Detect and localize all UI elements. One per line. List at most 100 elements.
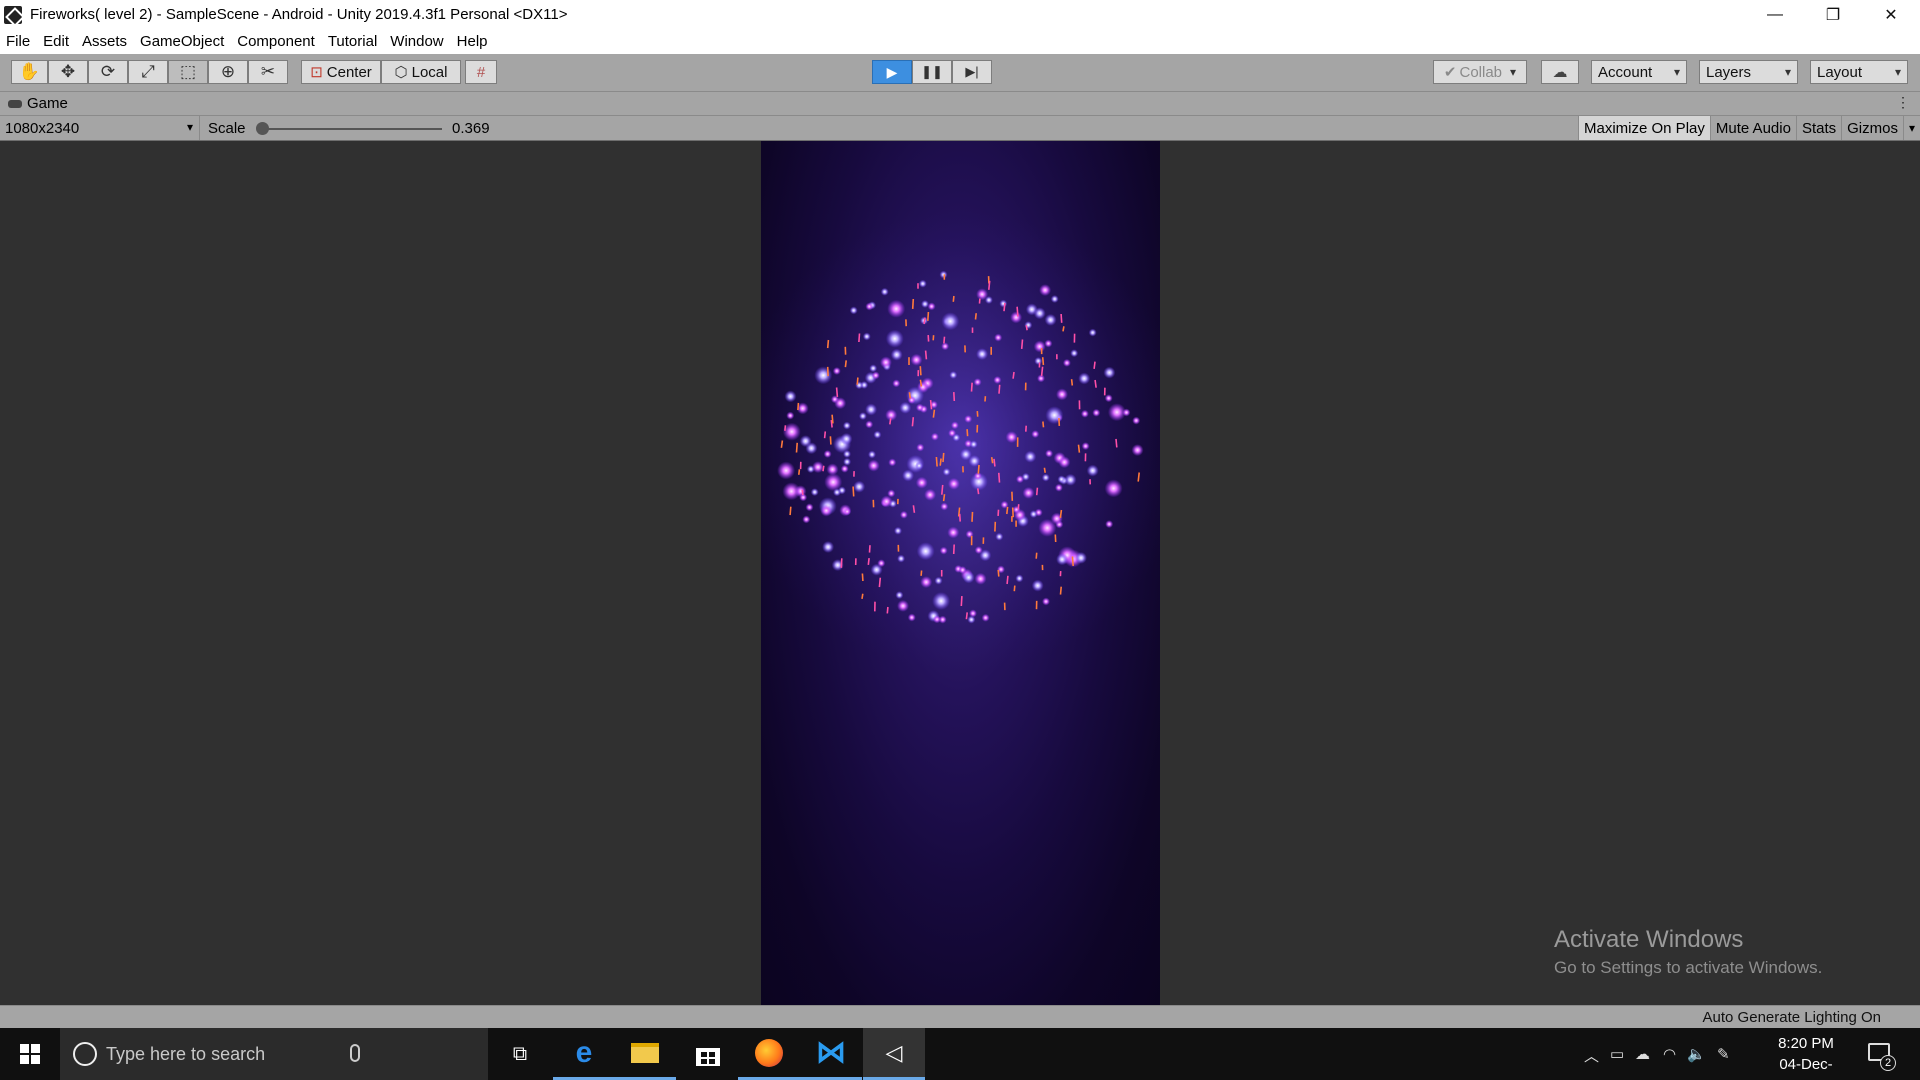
microphone-icon[interactable] [350, 1044, 360, 1062]
rotate-icon: ⟳ [100, 62, 116, 81]
firework-particle [915, 476, 928, 489]
space-local-toggle[interactable]: ⬡ Local [381, 60, 461, 84]
menu-gameobject[interactable]: GameObject [140, 33, 224, 50]
menu-help[interactable]: Help [457, 33, 488, 50]
spark-streak [924, 350, 928, 360]
spark-streak [798, 469, 801, 475]
firework-particle [840, 432, 853, 445]
menu-edit[interactable]: Edit [43, 33, 69, 50]
firework-particle [899, 510, 908, 519]
spark-streak [952, 295, 955, 302]
scale-label: Scale [208, 120, 246, 137]
volume-icon[interactable]: 🔈 [1687, 1045, 1706, 1063]
pivot-center-toggle[interactable]: ⊡ Center [301, 60, 381, 84]
layout-label: Layout [1817, 63, 1863, 81]
taskbar-store[interactable] [677, 1028, 739, 1080]
unity-logo-icon [4, 5, 22, 24]
mute-audio-toggle[interactable]: Mute Audio [1709, 116, 1796, 140]
rect-tool-button[interactable]: ⬚ [168, 60, 208, 84]
close-button[interactable]: ✕ [1862, 0, 1920, 29]
menu-component[interactable]: Component [237, 33, 315, 50]
spark-streak [1137, 472, 1140, 482]
taskbar-firefox[interactable] [738, 1028, 800, 1080]
firework-particle [916, 542, 935, 561]
cortana-icon [73, 1042, 97, 1066]
restore-button[interactable]: ❐ [1804, 0, 1862, 29]
game-viewport[interactable]: Activate Windows Go to Settings to activ… [0, 141, 1920, 1005]
play-button[interactable]: ▶ [872, 60, 912, 84]
spark-streak [942, 494, 946, 502]
menu-window[interactable]: Window [390, 33, 443, 50]
layers-dropdown[interactable]: Layers [1699, 60, 1798, 84]
firework-particle [934, 576, 943, 585]
gizmos-toggle[interactable]: Gizmos [1841, 116, 1903, 140]
tab-game[interactable]: Game [8, 95, 68, 112]
transform-tool-button[interactable]: ⊕ [208, 60, 248, 84]
spark-streak [822, 465, 825, 472]
spark-streak [943, 336, 946, 344]
game-tab-bar: Game ⋮ [0, 92, 1920, 116]
spark-streak [1059, 586, 1062, 595]
minimize-button[interactable]: — [1746, 0, 1804, 29]
task-view-button[interactable]: ⧉ [489, 1028, 551, 1080]
onedrive-icon[interactable]: ☁ [1635, 1045, 1650, 1063]
menu-tutorial[interactable]: Tutorial [328, 33, 377, 50]
firework-particle [1044, 313, 1057, 326]
pen-icon[interactable]: ✎ [1717, 1045, 1730, 1063]
watermark-title: Activate Windows [1554, 926, 1744, 953]
firework-particle [853, 480, 866, 493]
firework-particle [942, 467, 951, 476]
spark-streak [977, 488, 980, 495]
grid-snap-button[interactable]: # [465, 60, 497, 84]
firework-particle [941, 312, 960, 331]
gizmos-dropdown-arrow[interactable]: ▾ [1902, 116, 1920, 140]
taskbar-edge[interactable]: e [553, 1028, 615, 1080]
tab-menu-icon[interactable]: ⋮ [1896, 94, 1910, 111]
taskbar-search-box[interactable]: Type here to search [60, 1028, 488, 1080]
scale-slider-thumb[interactable] [256, 122, 269, 135]
resolution-dropdown[interactable]: 1080x2340 [0, 116, 200, 140]
taskbar-file-explorer[interactable] [614, 1028, 676, 1080]
firework-particle [1092, 408, 1101, 417]
account-dropdown[interactable]: Account [1591, 60, 1687, 84]
spark-streak [795, 442, 798, 453]
move-tool-button[interactable]: ✥ [48, 60, 88, 84]
cloud-button[interactable]: ☁ [1541, 60, 1579, 84]
custom-tool-button[interactable]: ✂ [248, 60, 288, 84]
scale-tool-button[interactable]: ⤢ [128, 60, 168, 84]
firework-particle [865, 403, 878, 416]
tray-chevron-up-icon[interactable]: ︿ [1584, 1045, 1599, 1066]
rotate-tool-button[interactable]: ⟳ [88, 60, 128, 84]
battery-icon[interactable]: ▭ [1610, 1045, 1624, 1063]
spark-streak [977, 464, 980, 474]
stats-toggle[interactable]: Stats [1795, 116, 1841, 140]
game-render-area[interactable] [761, 141, 1160, 1005]
firework-particle [920, 576, 933, 589]
windows-logo-icon [20, 1044, 40, 1064]
pause-button[interactable]: ❚❚ [912, 60, 952, 84]
taskbar-clock[interactable]: 8:20 PM 04-Dec-20 [1775, 1033, 1837, 1080]
layout-dropdown[interactable]: Layout [1810, 60, 1908, 84]
hand-tool-button[interactable]: ✋ [11, 60, 48, 84]
scale-slider[interactable] [262, 128, 442, 130]
spark-streak [919, 366, 922, 376]
menu-file[interactable]: File [6, 33, 30, 50]
firework-particle [1033, 340, 1046, 353]
firework-particle [892, 379, 901, 388]
firework-particle [843, 450, 851, 458]
firework-particle [873, 430, 882, 439]
firework-particle [1033, 307, 1046, 320]
spark-streak [1042, 421, 1045, 428]
maximize-on-play-toggle[interactable]: Maximize On Play [1578, 116, 1710, 140]
collab-dropdown[interactable]: ✔ Collab [1433, 60, 1527, 84]
firework-particle [805, 503, 814, 512]
start-button[interactable] [0, 1028, 60, 1080]
firework-particle [918, 279, 927, 288]
menu-assets[interactable]: Assets [82, 33, 127, 50]
taskbar-vscode[interactable]: ⋈ [800, 1028, 862, 1080]
step-button[interactable]: ▶| [952, 60, 992, 84]
firework-particle [834, 397, 847, 410]
taskbar-unity[interactable]: ◁ [863, 1028, 925, 1080]
firework-particle [1104, 479, 1123, 498]
wifi-icon[interactable]: ◠ [1663, 1045, 1676, 1063]
